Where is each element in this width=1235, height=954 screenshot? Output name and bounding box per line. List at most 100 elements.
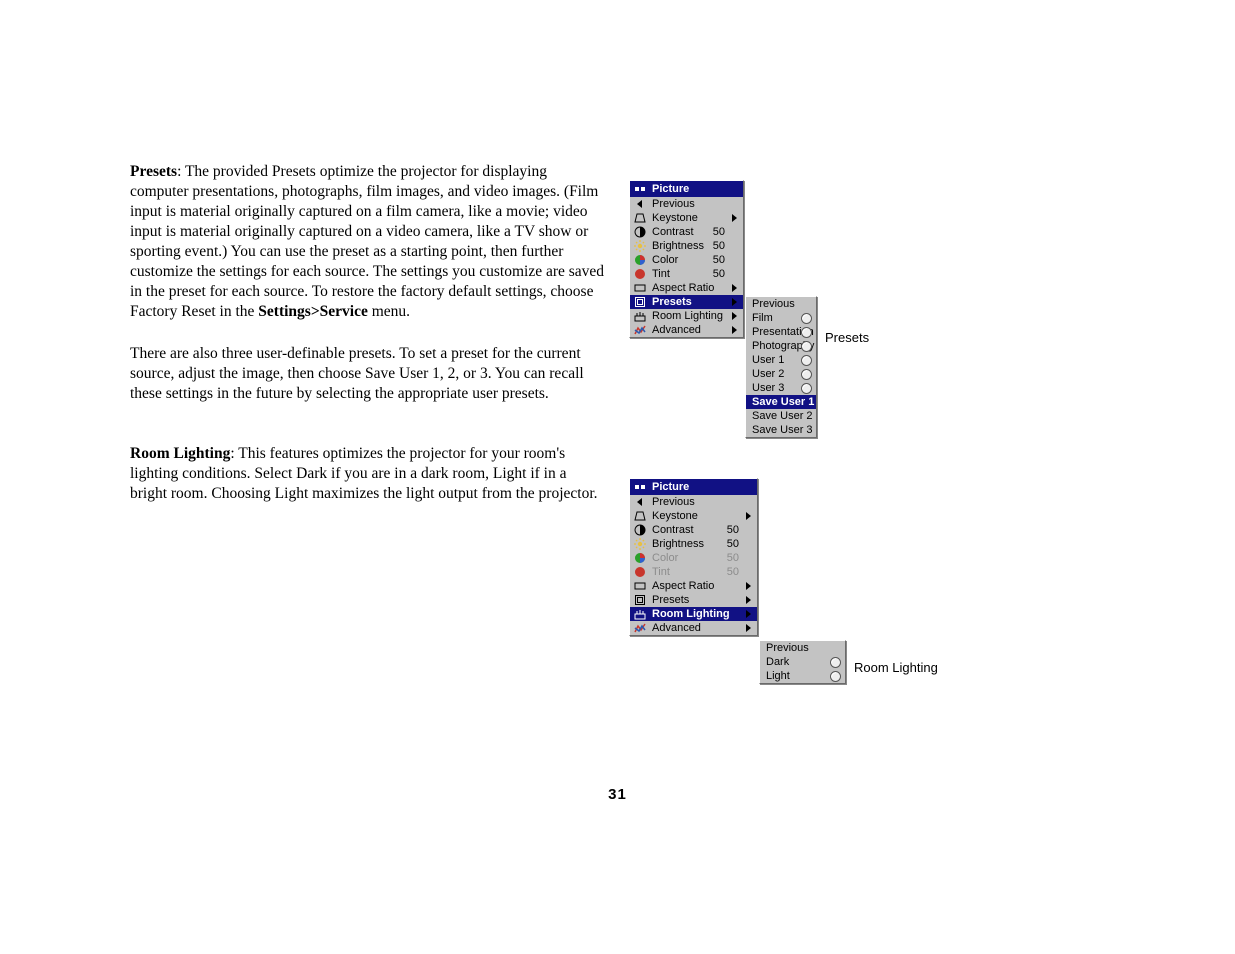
menu-item[interactable]: Tint50: [630, 267, 743, 281]
menu-item-value: 50: [727, 551, 739, 565]
radio-icon: [801, 383, 812, 394]
menu-item-label: Save User 3: [752, 424, 813, 436]
menu-item-label: Light: [766, 670, 790, 682]
osd-room-lighting-submenu: Previous Dark Light: [759, 640, 846, 684]
menu-item-label: Contrast: [652, 226, 694, 238]
presets-icon: [634, 296, 646, 308]
menu-item-label: Previous: [652, 496, 695, 508]
paragraph-room-lighting: Room Lighting: This features optimizes t…: [130, 444, 606, 504]
page: Presets: The provided Presets optimize t…: [0, 0, 1235, 954]
presets-icon: [634, 594, 646, 606]
menu-item-value: 50: [713, 267, 725, 281]
menu-item-label: User 2: [752, 368, 784, 380]
osd-rows: PreviousKeystoneContrast50Brightness50Co…: [630, 197, 743, 337]
submenu-arrow-icon: [729, 324, 739, 336]
submenu-item[interactable]: Presentation: [746, 325, 816, 339]
submenu-item[interactable]: User 3: [746, 381, 816, 395]
submenu-item[interactable]: User 2: [746, 367, 816, 381]
menu-item[interactable]: Previous: [630, 197, 743, 211]
radio-icon: [830, 671, 841, 682]
submenu-item[interactable]: Dark: [760, 655, 845, 669]
menu-item-label: Previous: [652, 198, 695, 210]
submenu-arrow-icon: [743, 622, 753, 634]
menu-item-value: 50: [713, 239, 725, 253]
submenu-arrow-icon: [743, 594, 753, 606]
picture-icon: [634, 183, 646, 195]
menu-item[interactable]: Previous: [630, 495, 757, 509]
menu-item[interactable]: Aspect Ratio: [630, 281, 743, 295]
paragraph-presets: Presets: The provided Presets optimize t…: [130, 162, 606, 322]
osd-rows: PreviousFilmPresentationPhotographyUser …: [746, 297, 816, 437]
menu-item-label: Keystone: [652, 510, 698, 522]
osd-rows: Previous Dark Light: [760, 641, 845, 683]
menu-item-label: Dark: [766, 656, 789, 668]
menu-item-label: Presets: [652, 296, 692, 308]
osd-title-text: Picture: [652, 481, 689, 493]
submenu-item[interactable]: User 1: [746, 353, 816, 367]
tint-icon: [634, 268, 646, 280]
menu-item[interactable]: Keystone: [630, 509, 757, 523]
adv-icon: [634, 622, 646, 634]
menu-item[interactable]: Advanced: [630, 323, 743, 337]
osd-picture-menu-1: Picture PreviousKeystoneContrast50Bright…: [629, 180, 744, 338]
menu-item[interactable]: Presets: [630, 593, 757, 607]
menu-item[interactable]: Brightness 50: [630, 239, 743, 253]
radio-icon: [830, 657, 841, 668]
menu-item-label: Brightness: [652, 240, 704, 252]
radio-icon: [801, 355, 812, 366]
menu-item-label: Save User 1: [752, 396, 814, 408]
submenu-arrow-icon: [729, 310, 739, 322]
color-icon: [634, 552, 646, 564]
menu-item[interactable]: Tint50: [630, 565, 757, 579]
keystone-icon: [634, 510, 646, 522]
settings-service-path: Settings>Service: [258, 303, 368, 320]
menu-item-label: Brightness: [652, 538, 704, 550]
submenu-item[interactable]: Previous: [760, 641, 845, 655]
menu-item-label: Keystone: [652, 212, 698, 224]
caption-presets: Presets: [825, 330, 869, 345]
osd-presets-submenu: PreviousFilmPresentationPhotographyUser …: [745, 296, 817, 438]
submenu-item[interactable]: Save User 1: [746, 395, 816, 409]
menu-item-label: User 3: [752, 382, 784, 394]
menu-item[interactable]: Contrast50: [630, 523, 757, 537]
menu-item[interactable]: Aspect Ratio: [630, 579, 757, 593]
menu-item[interactable]: Color50: [630, 551, 757, 565]
menu-item-label: Previous: [766, 642, 809, 654]
caption-room-lighting: Room Lighting: [854, 660, 938, 675]
presets-heading: Presets: [130, 163, 177, 180]
submenu-item[interactable]: Film: [746, 311, 816, 325]
menu-item-value: 50: [713, 253, 725, 267]
submenu-arrow-icon: [729, 282, 739, 294]
keystone-icon: [634, 212, 646, 224]
menu-item[interactable]: Room Lighting: [630, 309, 743, 323]
submenu-item[interactable]: Light: [760, 669, 845, 683]
submenu-item[interactable]: Photography: [746, 339, 816, 353]
osd-title-text: Picture: [652, 183, 689, 195]
menu-item[interactable]: Contrast50: [630, 225, 743, 239]
menu-item[interactable]: Brightness50: [630, 537, 757, 551]
osd-picture-menu-2: Picture Previous KeystoneContrast50Bright…: [629, 478, 758, 636]
menu-item-label: Aspect Ratio: [652, 580, 714, 592]
submenu-item[interactable]: Save User 2: [746, 409, 816, 423]
submenu-item[interactable]: Previous: [746, 297, 816, 311]
submenu-arrow-icon: [743, 608, 753, 620]
contrast-icon: [634, 226, 646, 238]
submenu-item[interactable]: Save User 3: [746, 423, 816, 437]
osd-title: Picture: [630, 479, 757, 495]
menu-item[interactable]: Presets: [630, 295, 743, 309]
menu-item[interactable]: Keystone: [630, 211, 743, 225]
menu-item[interactable]: Advanced: [630, 621, 757, 635]
menu-item-value: 50: [727, 523, 739, 537]
menu-item[interactable]: Room Lighting: [630, 607, 757, 621]
bright-icon: [634, 538, 646, 550]
page-number: 31: [0, 786, 1235, 803]
room-icon: [634, 608, 646, 620]
adv-icon: [634, 324, 646, 336]
menu-item-label: Presets: [652, 594, 689, 606]
submenu-arrow-icon: [729, 296, 739, 308]
menu-item-label: Save User 2: [752, 410, 813, 422]
menu-item[interactable]: Color50: [630, 253, 743, 267]
room-lighting-heading: Room Lighting: [130, 445, 230, 462]
menu-item-label: Advanced: [652, 324, 701, 336]
color-icon: [634, 254, 646, 266]
